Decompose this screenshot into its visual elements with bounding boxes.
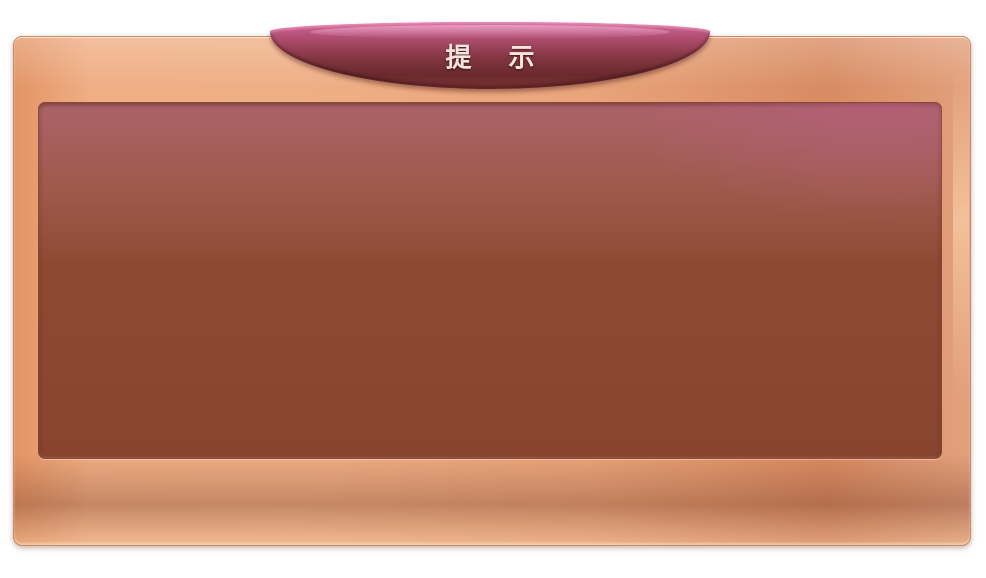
dialog-title: 提 示 (445, 43, 549, 74)
dialog-stage: 提 示 (0, 0, 986, 578)
dialog-content-panel (38, 102, 942, 459)
